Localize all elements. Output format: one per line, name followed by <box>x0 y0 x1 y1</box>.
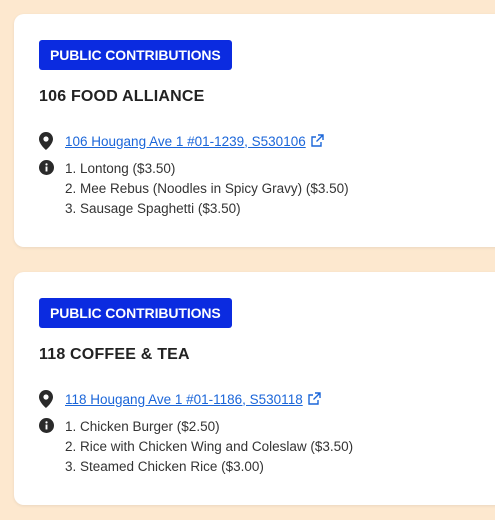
stall-card: PUBLIC CONTRIBUTIONS 106 FOOD ALLIANCE 1… <box>14 14 495 247</box>
menu-items: 1. Chicken Burger ($2.50) 2. Rice with C… <box>65 417 353 477</box>
address-link[interactable]: 118 Hougang Ave 1 #01-1186, S530118 <box>65 392 303 407</box>
external-link-icon[interactable] <box>310 134 324 148</box>
address-link[interactable]: 106 Hougang Ave 1 #01-1239, S530106 <box>65 134 306 149</box>
menu-info: 1. Lontong ($3.50) 2. Mee Rebus (Noodles… <box>39 159 349 219</box>
contribution-badge: PUBLIC CONTRIBUTIONS <box>39 298 232 328</box>
menu-item: 3. Steamed Chicken Rice ($3.00) <box>65 459 264 474</box>
address-row: 106 Hougang Ave 1 #01-1239, S530106 <box>39 131 324 151</box>
menu-info: 1. Chicken Burger ($2.50) 2. Rice with C… <box>39 417 353 477</box>
info-circle-icon <box>39 160 54 175</box>
menu-item: 1. Chicken Burger ($2.50) <box>65 419 220 434</box>
stall-list: PUBLIC CONTRIBUTIONS 106 FOOD ALLIANCE 1… <box>0 0 495 520</box>
menu-item: 3. Sausage Spaghetti ($3.50) <box>65 201 241 216</box>
menu-item: 2. Rice with Chicken Wing and Coleslaw (… <box>65 439 354 454</box>
menu-item: 2. Mee Rebus (Noodles in Spicy Gravy) ($… <box>65 181 349 196</box>
stall-name: 106 FOOD ALLIANCE <box>39 88 205 105</box>
stall-card: PUBLIC CONTRIBUTIONS 118 COFFEE & TEA 11… <box>14 272 495 505</box>
menu-item: 1. Lontong ($3.50) <box>65 161 176 176</box>
map-pin-icon <box>39 132 53 150</box>
contribution-badge: PUBLIC CONTRIBUTIONS <box>39 40 232 70</box>
info-circle-icon <box>39 418 54 433</box>
external-link-icon[interactable] <box>307 392 321 406</box>
address-row: 118 Hougang Ave 1 #01-1186, S530118 <box>39 389 321 409</box>
stall-name: 118 COFFEE & TEA <box>39 346 190 363</box>
menu-items: 1. Lontong ($3.50) 2. Mee Rebus (Noodles… <box>65 159 349 219</box>
map-pin-icon <box>39 390 53 408</box>
